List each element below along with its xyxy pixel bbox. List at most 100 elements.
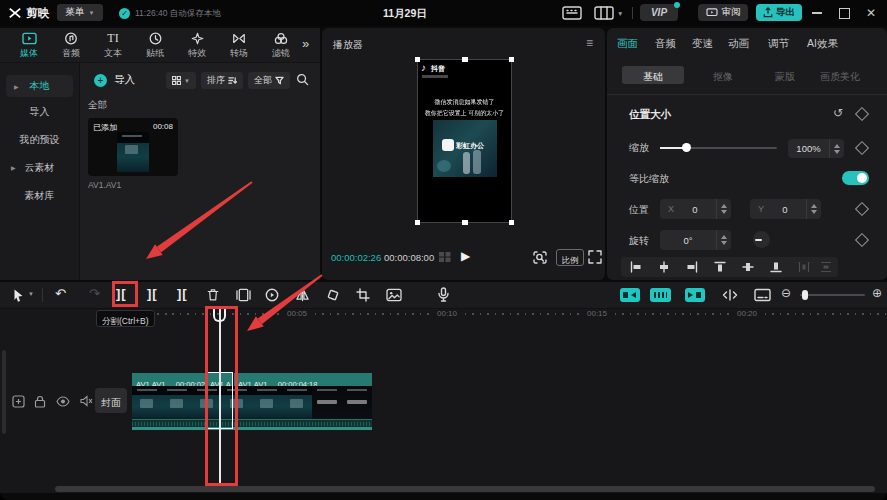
snap-toggle-icon[interactable] [620, 288, 640, 302]
rotate-value-box[interactable]: 0° [660, 230, 731, 250]
handle[interactable] [462, 220, 468, 225]
handle[interactable] [462, 57, 468, 62]
rotate-clip-button[interactable] [326, 288, 340, 302]
video-canvas[interactable]: ♪ 抖音 微信发消息如果发错了 教你把它设置上 可别的太小了 彩虹办公 [418, 60, 511, 222]
position-x-box[interactable]: X 0 [660, 199, 731, 219]
export-button[interactable]: 导出 [756, 4, 802, 21]
sidebar-item-presets[interactable]: 我的预设 [0, 133, 79, 147]
add-track-icon[interactable] [12, 395, 25, 408]
tab-sticker[interactable]: 贴纸 [140, 32, 170, 60]
sidebar-item-cloud[interactable]: ▶ 云素材 [0, 161, 79, 175]
tab-filters[interactable]: 滤镜 [266, 32, 296, 60]
player-menu-icon[interactable]: ≡ [586, 36, 593, 50]
view-mode-button[interactable]: ▼ [166, 72, 196, 89]
align-vcenter-icon[interactable] [742, 261, 754, 273]
scale-slider[interactable] [660, 147, 777, 149]
keyboard-shortcut-button[interactable] [562, 6, 582, 20]
preview-zoom-button[interactable] [532, 250, 548, 265]
play-clip-button[interactable] [265, 288, 279, 302]
reset-icon[interactable]: ↺ [833, 106, 843, 120]
import-button[interactable]: + 导入 [94, 73, 135, 87]
tab-picture[interactable]: 画面 [617, 37, 638, 51]
timeline-zoom-slider[interactable] [800, 294, 865, 296]
crop-button[interactable] [356, 288, 370, 302]
stepper[interactable] [829, 139, 844, 158]
align-hcenter-icon[interactable] [658, 261, 670, 273]
align-bottom-icon[interactable] [770, 261, 782, 273]
handle[interactable] [509, 57, 514, 62]
timeline-view-button[interactable] [754, 288, 771, 302]
distribute-h-icon[interactable] [798, 261, 810, 273]
frame-grid-icon[interactable] [438, 251, 452, 263]
tab-ai-effects[interactable]: AI效果 [807, 37, 838, 51]
redo-button[interactable]: ↷ [89, 286, 100, 301]
mirror-button[interactable] [295, 288, 310, 302]
position-y-box[interactable]: Y 0 [750, 199, 821, 219]
subtab-mask[interactable]: 蒙版 [775, 70, 795, 84]
zoom-slider-knob[interactable] [802, 290, 808, 300]
vip-button[interactable]: VIP [640, 4, 678, 21]
stepper[interactable] [716, 199, 731, 219]
tab-media[interactable]: 媒体 [14, 32, 44, 60]
scale-value-box[interactable]: 100% [788, 139, 844, 158]
linkage-toggle-icon[interactable] [650, 288, 671, 302]
undo-button[interactable]: ↶ [55, 286, 66, 301]
maximize-button[interactable] [839, 8, 850, 19]
select-tool-chevron-icon[interactable]: ▼ [28, 291, 34, 297]
search-button[interactable] [296, 73, 309, 86]
review-button[interactable]: 审阅 [698, 4, 748, 21]
handle[interactable] [509, 220, 514, 225]
stepper[interactable] [716, 230, 731, 250]
record-voiceover-button[interactable] [437, 287, 450, 302]
subtab-basic[interactable]: 基础 [622, 66, 684, 84]
handle[interactable] [415, 220, 420, 225]
mute-track-icon[interactable] [80, 395, 93, 407]
sidebar-item-library[interactable]: 素材库 [0, 189, 79, 203]
tab-transitions[interactable]: 转场 [224, 32, 254, 60]
timeline-scrollbar[interactable] [55, 486, 875, 492]
trim-right-button[interactable]: ][ [177, 286, 188, 301]
align-left-icon[interactable] [630, 261, 642, 273]
tab-text[interactable]: TI 文本 [98, 32, 128, 60]
filter-button[interactable]: 全部 [248, 72, 290, 89]
cover-button[interactable]: 封面 [95, 388, 127, 413]
subtab-enhance[interactable]: 画质美化 [820, 70, 860, 84]
tab-audio[interactable]: 音频 [56, 32, 86, 60]
preview-axis-toggle-icon[interactable] [685, 288, 705, 302]
menu-button[interactable]: 菜单 ▼ [57, 4, 103, 21]
subtab-cutout[interactable]: 抠像 [713, 70, 733, 84]
delete-button[interactable] [206, 288, 220, 302]
sidebar-item-local[interactable]: ▶ 本地 [6, 75, 73, 97]
keyframe-icon[interactable] [857, 143, 867, 153]
adapt-timeline-button[interactable] [722, 288, 738, 302]
tab-animation[interactable]: 动画 [728, 37, 749, 51]
trim-left-button[interactable]: ][ [147, 286, 158, 301]
align-top-icon[interactable] [714, 261, 726, 273]
tab-audio-inspector[interactable]: 音频 [655, 37, 676, 51]
layout-switch-button[interactable]: ▼ [594, 6, 623, 20]
play-button[interactable]: ▶ [461, 249, 470, 263]
keyframe-icon[interactable] [857, 235, 867, 245]
handle[interactable] [415, 57, 420, 62]
tab-adjust[interactable]: 调节 [768, 37, 789, 51]
tab-effects[interactable]: 特效 [182, 32, 212, 60]
zoom-out-button[interactable]: ⊖ [781, 286, 791, 300]
freeze-frame-button[interactable] [236, 288, 251, 302]
media-card[interactable]: 已添加 00:08 [88, 118, 178, 176]
close-button[interactable]: ✕ [866, 6, 876, 20]
fullscreen-button[interactable] [588, 250, 602, 264]
video-track-clip[interactable]: AV1.AV1 00:00:02:17 AV1.A AV1.AV1 00:00:… [132, 373, 372, 429]
ratio-button[interactable]: 比例 [556, 249, 584, 266]
zoom-in-button[interactable]: ⊕ [872, 286, 882, 300]
tab-speed[interactable]: 变速 [692, 37, 713, 51]
lock-track-icon[interactable] [34, 395, 46, 408]
sidebar-item-import[interactable]: 导入 [0, 105, 79, 119]
smart-tools-button[interactable] [386, 288, 402, 302]
keyframe-icon[interactable] [857, 109, 867, 119]
align-right-icon[interactable] [686, 261, 698, 273]
slider-knob[interactable] [682, 143, 691, 152]
tabs-more-button[interactable]: » [302, 36, 309, 51]
stepper[interactable] [806, 199, 821, 219]
hide-track-icon[interactable] [56, 396, 70, 407]
rotate-knob[interactable] [753, 231, 770, 248]
